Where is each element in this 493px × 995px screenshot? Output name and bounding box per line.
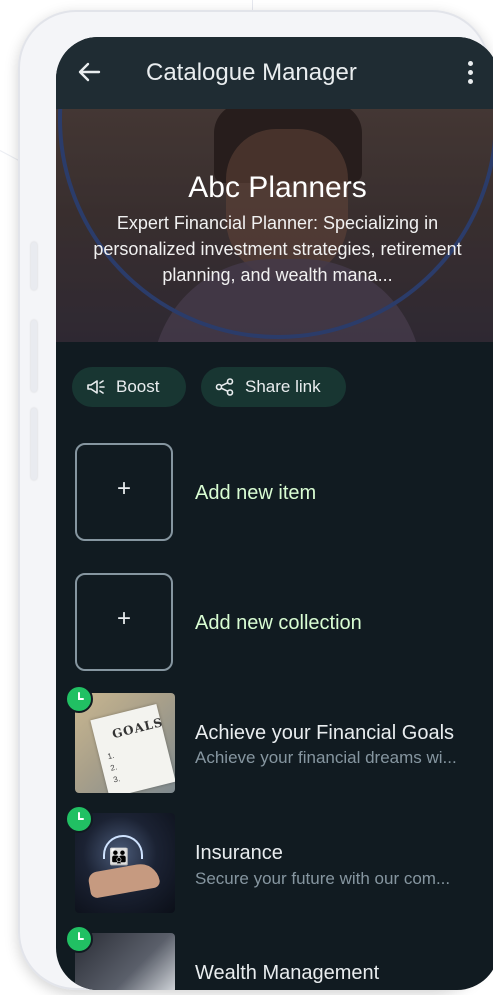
add-new-collection-link[interactable]: Add new collection: [195, 612, 362, 635]
plus-icon: +: [116, 605, 131, 632]
clock-icon: [65, 685, 93, 713]
app-bar: Catalogue Manager: [56, 37, 493, 109]
add-new-collection-tile[interactable]: +: [75, 573, 173, 671]
screen: Catalogue Manager Abc Planners Expert Fi…: [56, 37, 493, 990]
business-description: Expert Financial Planner: Specializing i…: [93, 213, 462, 285]
phone-side-button: [31, 242, 37, 290]
plus-icon: +: [116, 475, 131, 502]
boost-label: Boost: [116, 377, 160, 396]
item-title: Achieve your Financial Goals: [195, 722, 455, 744]
add-new-item-tile[interactable]: +: [75, 443, 173, 541]
item-thumbnail: 👪: [75, 813, 175, 913]
arrow-left-icon[interactable]: [72, 55, 106, 89]
item-title: Wealth Management: [195, 962, 380, 984]
clock-icon: [65, 925, 93, 953]
clock-icon: [65, 805, 93, 833]
profile-banner: Abc Planners Expert Financial Planner: S…: [56, 109, 493, 342]
page-title: Catalogue Manager: [146, 59, 357, 86]
share-link-label: Share link: [245, 377, 321, 396]
business-name: Abc Planners: [188, 171, 367, 204]
family-icon: 👪: [109, 849, 129, 866]
phone-frame: Catalogue Manager Abc Planners Expert Fi…: [18, 10, 493, 990]
item-description: Secure your future with our com...: [195, 869, 451, 888]
share-icon: [215, 378, 235, 396]
item-description: Achieve your financial dreams wi...: [195, 748, 457, 767]
phone-volume-down-button: [31, 408, 37, 480]
item-title: Insurance: [195, 842, 283, 864]
item-thumbnail: GOALS 1. 2. 3.: [75, 693, 175, 793]
megaphone-icon: [86, 378, 106, 396]
boost-button[interactable]: Boost: [72, 367, 186, 407]
more-vert-icon[interactable]: [460, 59, 480, 87]
add-new-item-link[interactable]: Add new item: [195, 482, 316, 505]
hand-image: [87, 861, 161, 899]
share-link-button[interactable]: Share link: [201, 367, 346, 407]
phone-volume-up-button: [31, 320, 37, 392]
